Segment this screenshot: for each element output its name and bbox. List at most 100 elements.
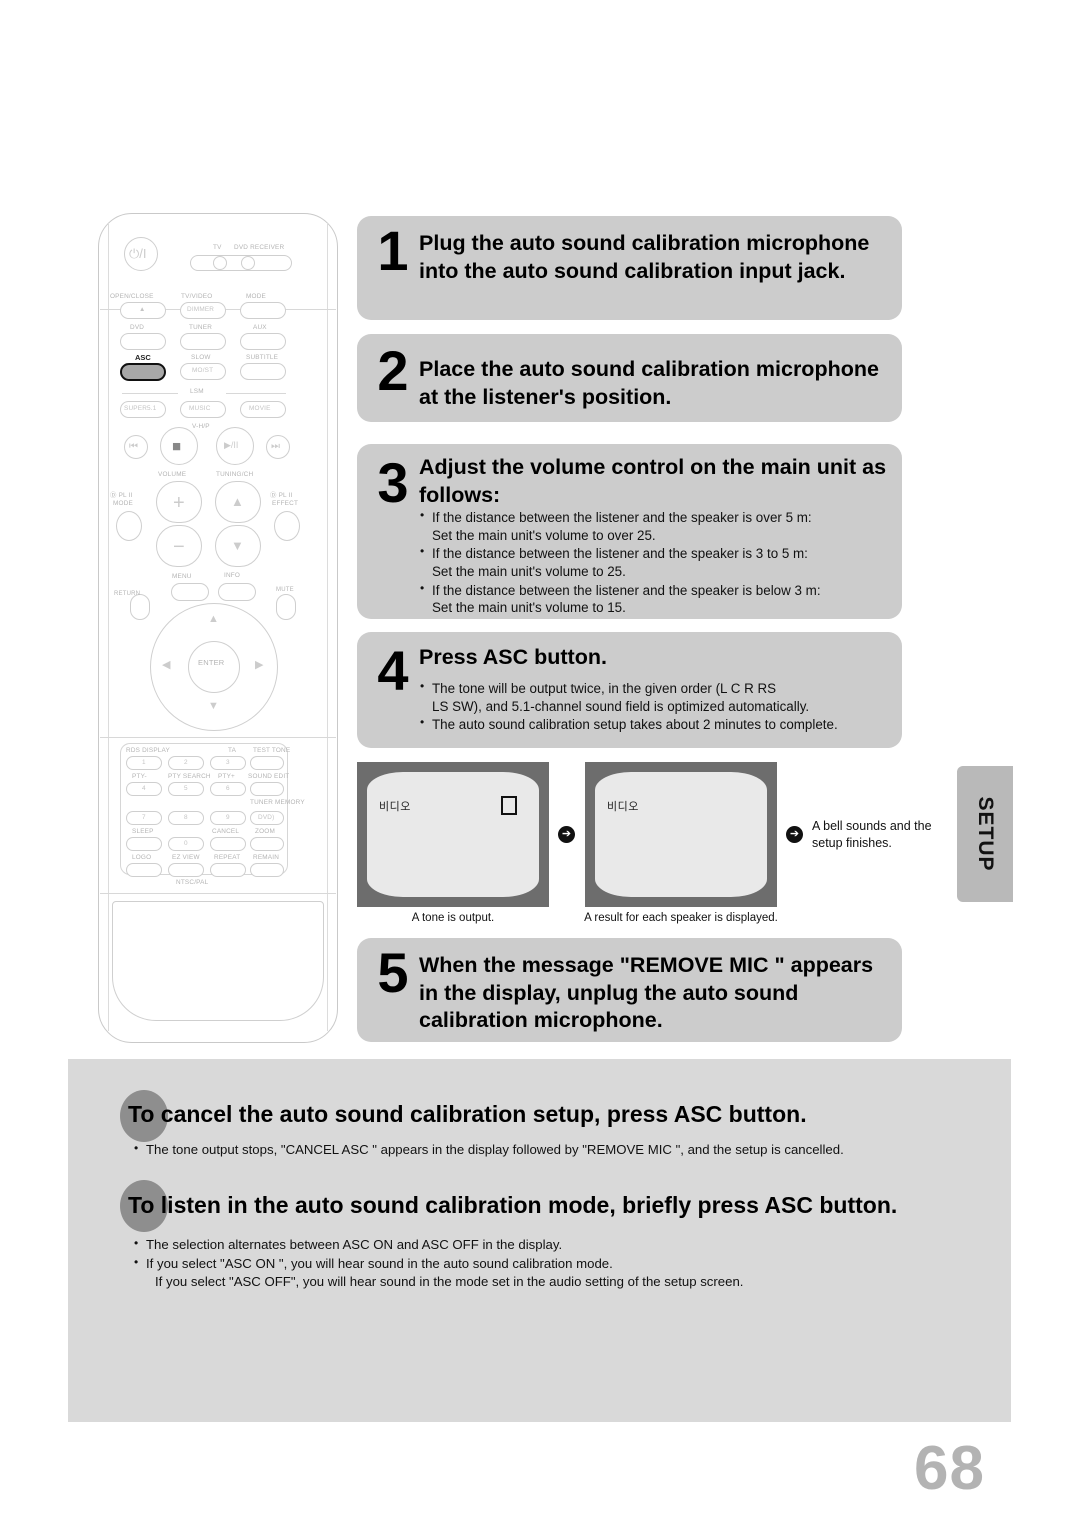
slow-label: SLOW xyxy=(191,354,211,361)
zoom-button[interactable] xyxy=(250,837,284,851)
menu-button[interactable] xyxy=(171,583,209,601)
logo-button[interactable] xyxy=(126,863,162,877)
ntsc-pal-label: NTSC/PAL xyxy=(176,879,209,886)
tv-screen-2-caption: A result for each speaker is displayed. xyxy=(584,912,778,924)
ez-view-label: EZ VIEW xyxy=(172,854,200,861)
section-2-heading: To listen in the auto sound calibration … xyxy=(128,1192,897,1219)
step-3-title: Adjust the volume control on the main un… xyxy=(419,455,887,507)
repeat-label: REPEAT xyxy=(214,854,241,861)
zoom-label: ZOOM xyxy=(255,828,275,835)
open-close-label: OPEN/CLOSE xyxy=(110,293,154,300)
nav-down-icon: ▼ xyxy=(208,700,219,712)
music-label: MUSIC xyxy=(189,405,211,412)
plii-mode-button[interactable] xyxy=(116,511,142,541)
tv-screen-2-display: 비디오 xyxy=(595,772,767,897)
bullet-item: The tone output stops, "CANCEL ASC " app… xyxy=(133,1140,963,1160)
remain-label: REMAIN xyxy=(253,854,280,861)
plii-effect-button[interactable] xyxy=(274,511,300,541)
aux-button[interactable] xyxy=(240,333,286,350)
step-5-title: When the message "REMOVE MIC " appears i… xyxy=(419,953,874,1033)
info-button[interactable] xyxy=(218,583,256,601)
movie-label: MOVIE xyxy=(249,405,271,412)
bullet-item: The tone will be output twice, in the gi… xyxy=(419,679,890,715)
tv-screen-1-korean-text: 비디오 xyxy=(379,801,411,813)
bullet-item: If you select "ASC ON ", you will hear s… xyxy=(133,1254,963,1292)
sound-edit-button[interactable] xyxy=(250,782,284,796)
super51-label: SUPER5.1 xyxy=(124,405,157,412)
keypad-key-6: 6 xyxy=(226,785,230,792)
section-1-bullets: The tone output stops, "CANCEL ASC " app… xyxy=(133,1140,963,1160)
section-2-lead: To xyxy=(128,1192,155,1218)
ez-view-button[interactable] xyxy=(168,863,204,877)
dvd-receiver-selector-dot[interactable] xyxy=(241,256,255,270)
arrow-right-icon-1: ➔ xyxy=(558,826,575,843)
cancel-button[interactable] xyxy=(210,837,246,851)
step-3-number: 3 xyxy=(377,451,409,514)
keypad-key-9: 9 xyxy=(226,814,230,821)
keypad-key-0: 0 xyxy=(184,840,188,847)
step-3-bullets: If the distance between the listener and… xyxy=(419,508,890,618)
sleep-label: SLEEP xyxy=(132,828,154,835)
dimmer-label: DIMMER xyxy=(187,306,215,313)
subtitle-button[interactable] xyxy=(240,363,286,380)
remote-divider-2 xyxy=(100,737,336,738)
play-pause-icon: ▶/II xyxy=(224,440,239,450)
plii-mode-label: MODE xyxy=(113,500,133,507)
keypad-top-label-2: TA xyxy=(228,747,237,754)
cancel-label: CANCEL xyxy=(212,828,240,835)
asc-button[interactable] xyxy=(120,363,166,381)
enter-button[interactable] xyxy=(188,641,240,693)
menu-label: MENU xyxy=(172,573,192,580)
return-button[interactable] xyxy=(130,594,150,620)
tuner-memory-label: TUNER MEMORY xyxy=(250,799,305,806)
section-2-bullets: The selection alternates between ASC ON … xyxy=(133,1235,963,1292)
step-3-box: 3 Adjust the volume control on the main … xyxy=(357,444,902,619)
setup-side-tab: SETUP xyxy=(957,766,1013,902)
step-5-number: 5 xyxy=(377,941,409,1004)
tone-indicator-icon xyxy=(501,796,517,815)
lsm-label: LSM xyxy=(190,388,204,395)
mute-label: MUTE xyxy=(276,587,294,593)
tuning-ch-label: TUNING/CH xyxy=(216,471,254,478)
keypad-key-4: 4 xyxy=(142,785,146,792)
subtitle-label: SUBTITLE xyxy=(246,354,279,361)
test-tone-button[interactable] xyxy=(250,756,284,770)
bullet-sub: LS SW), and 5.1-channel sound field is o… xyxy=(432,698,810,714)
tv-screen-1: 비디오 xyxy=(357,762,549,907)
bullet-main: The auto sound calibration setup takes a… xyxy=(432,717,838,733)
return-label: RETURN xyxy=(114,591,141,597)
keypad-key-8: 8 xyxy=(184,814,188,821)
step-2-box: 2 Place the auto sound calibration micro… xyxy=(357,334,902,422)
tv-screen-2-korean-text: 비디오 xyxy=(607,801,639,813)
bullet-sub: If you select "ASC OFF", you will hear s… xyxy=(155,1274,744,1290)
keypad-top-label-7: SOUND EDIT xyxy=(248,773,290,780)
bullet-main: If the distance between the listener and… xyxy=(432,546,808,562)
keypad-top-label-0: RDS DISPLAY xyxy=(126,747,170,754)
remain-button[interactable] xyxy=(250,863,284,877)
bullet-item: The selection alternates between ASC ON … xyxy=(133,1235,963,1255)
remote-divider-3 xyxy=(100,893,336,894)
nav-right-icon: ▶ xyxy=(255,659,264,671)
bullet-main: If the distance between the listener and… xyxy=(432,582,821,598)
tv-video-label: TV/VIDEO xyxy=(181,293,213,300)
keypad-key-1: 1 xyxy=(142,759,146,766)
bullet-item: The auto sound calibration setup takes a… xyxy=(419,715,890,734)
keypad-top-label-4: PTY- xyxy=(132,773,147,780)
dvd-button[interactable] xyxy=(120,333,166,350)
keypad-key-5: 5 xyxy=(184,785,188,792)
info-label: INFO xyxy=(224,572,241,579)
mode-button[interactable] xyxy=(240,302,286,319)
keypad-key-3: 3 xyxy=(226,759,230,766)
power-icon: ⏻/I xyxy=(129,246,147,261)
page-number: 68 xyxy=(914,1434,985,1503)
section-1-heading-text: cancel the auto sound calibration setup,… xyxy=(160,1101,807,1127)
repeat-button[interactable] xyxy=(210,863,246,877)
asc-label: ASC xyxy=(135,353,151,362)
mute-button[interactable] xyxy=(276,594,296,620)
lsm-divider-left xyxy=(122,393,178,394)
step-1-title: Plug the auto sound calibration micropho… xyxy=(419,231,870,283)
tv-selector-dot[interactable] xyxy=(213,256,227,270)
sleep-button[interactable] xyxy=(126,837,162,851)
step-1-box: 1 Plug the auto sound calibration microp… xyxy=(357,216,902,320)
tuner-button[interactable] xyxy=(180,333,226,350)
